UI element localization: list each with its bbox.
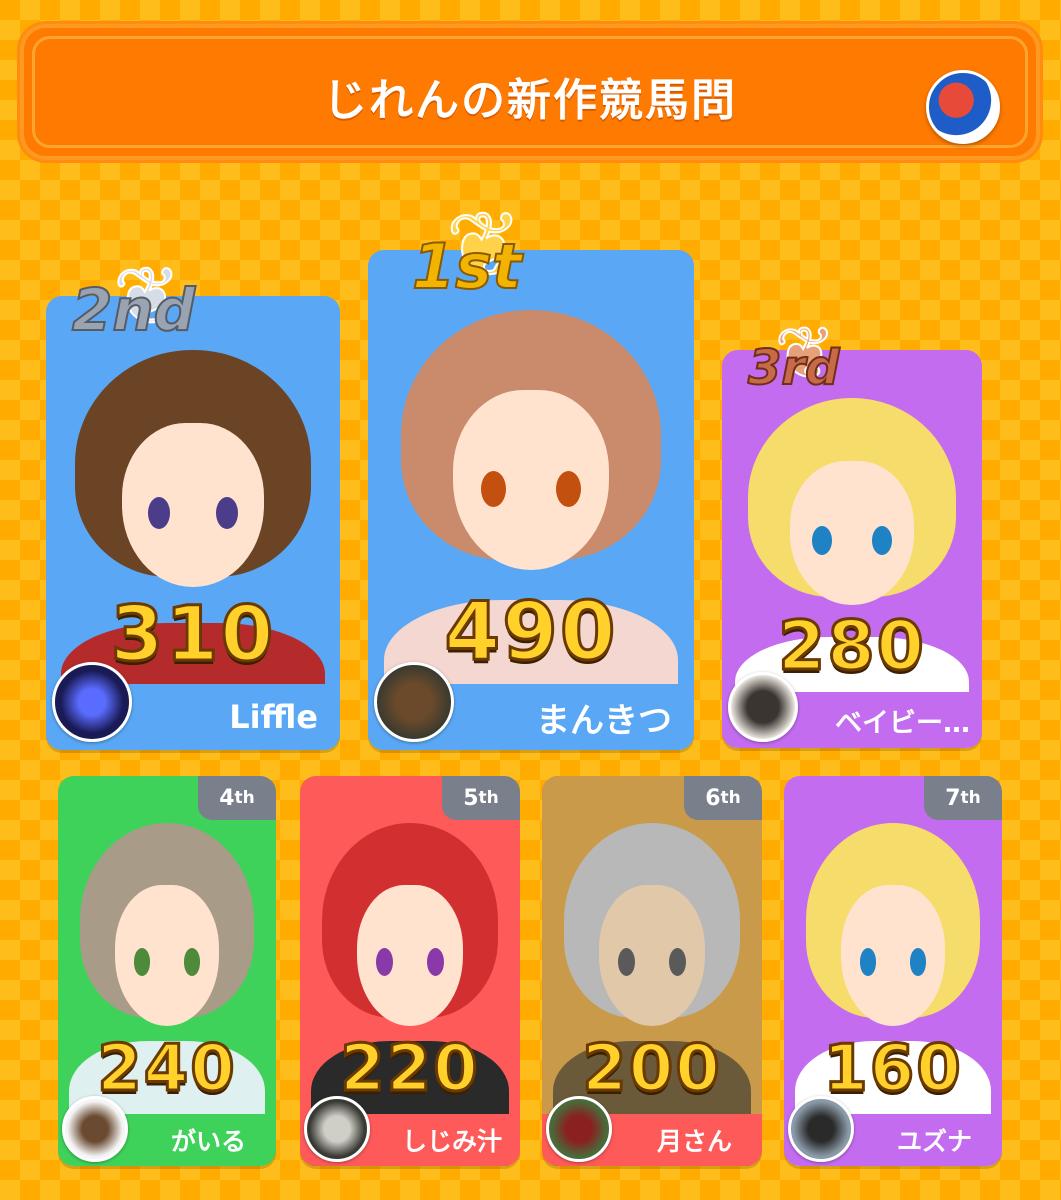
rank-badge: 6th — [684, 776, 762, 820]
rank-label: 3rd — [747, 339, 840, 397]
rank-suffix: th — [960, 788, 981, 808]
rank-number: 7 — [945, 785, 961, 811]
player-avatar[interactable] — [304, 1096, 370, 1162]
player-name: まんきつ — [536, 700, 672, 741]
player-name: がいる — [170, 1127, 246, 1156]
player-avatar[interactable] — [52, 662, 132, 742]
rank-number: 5 — [463, 785, 479, 811]
host-avatar-icon[interactable] — [926, 70, 1000, 144]
rank-2nd-laurel: ❦ 2nd — [71, 250, 196, 346]
player-name: ベイビー… — [835, 707, 970, 739]
player-avatar[interactable] — [62, 1096, 128, 1162]
rank-1st-laurel: ❦ 1st — [411, 193, 523, 305]
rank-number: 6 — [705, 785, 721, 811]
rank-suffix: th — [720, 788, 741, 808]
player-avatar[interactable] — [546, 1096, 612, 1162]
player-name: Liffle — [229, 698, 318, 736]
score: 200 — [581, 1031, 722, 1108]
rank-card-6th[interactable]: 6th 200 月さん — [542, 776, 762, 1166]
rank-label: 2nd — [71, 275, 196, 345]
rank-label: 1st — [411, 229, 523, 304]
rank-card-2nd[interactable]: 310 Liffle — [46, 296, 340, 750]
quiz-title-banner: じれんの新作競馬問 — [20, 24, 1040, 160]
quiz-title: じれんの新作競馬問 — [323, 75, 737, 126]
player-name: 月さん — [656, 1127, 732, 1156]
score: 220 — [339, 1031, 480, 1108]
rank-3rd-laurel: ❦ 3rd — [747, 311, 840, 397]
player-avatar[interactable] — [374, 662, 454, 742]
player-avatar[interactable] — [788, 1096, 854, 1162]
score: 240 — [96, 1031, 237, 1108]
rank-badge: 5th — [442, 776, 520, 820]
player-name: ユズナ — [896, 1127, 972, 1156]
rank-badge: 4th — [198, 776, 276, 820]
rank-badge: 7th — [924, 776, 1002, 820]
rank-card-4th[interactable]: 4th 240 がいる — [58, 776, 276, 1166]
rank-card-5th[interactable]: 5th 220 しじみ汁 — [300, 776, 520, 1166]
score: 160 — [822, 1031, 963, 1108]
rank-card-7th[interactable]: 7th 160 ユズナ — [784, 776, 1002, 1166]
rank-suffix: th — [478, 788, 499, 808]
rank-suffix: th — [234, 788, 255, 808]
player-avatar[interactable] — [728, 672, 798, 742]
player-name: しじみ汁 — [401, 1127, 502, 1156]
rank-number: 4 — [219, 785, 235, 811]
